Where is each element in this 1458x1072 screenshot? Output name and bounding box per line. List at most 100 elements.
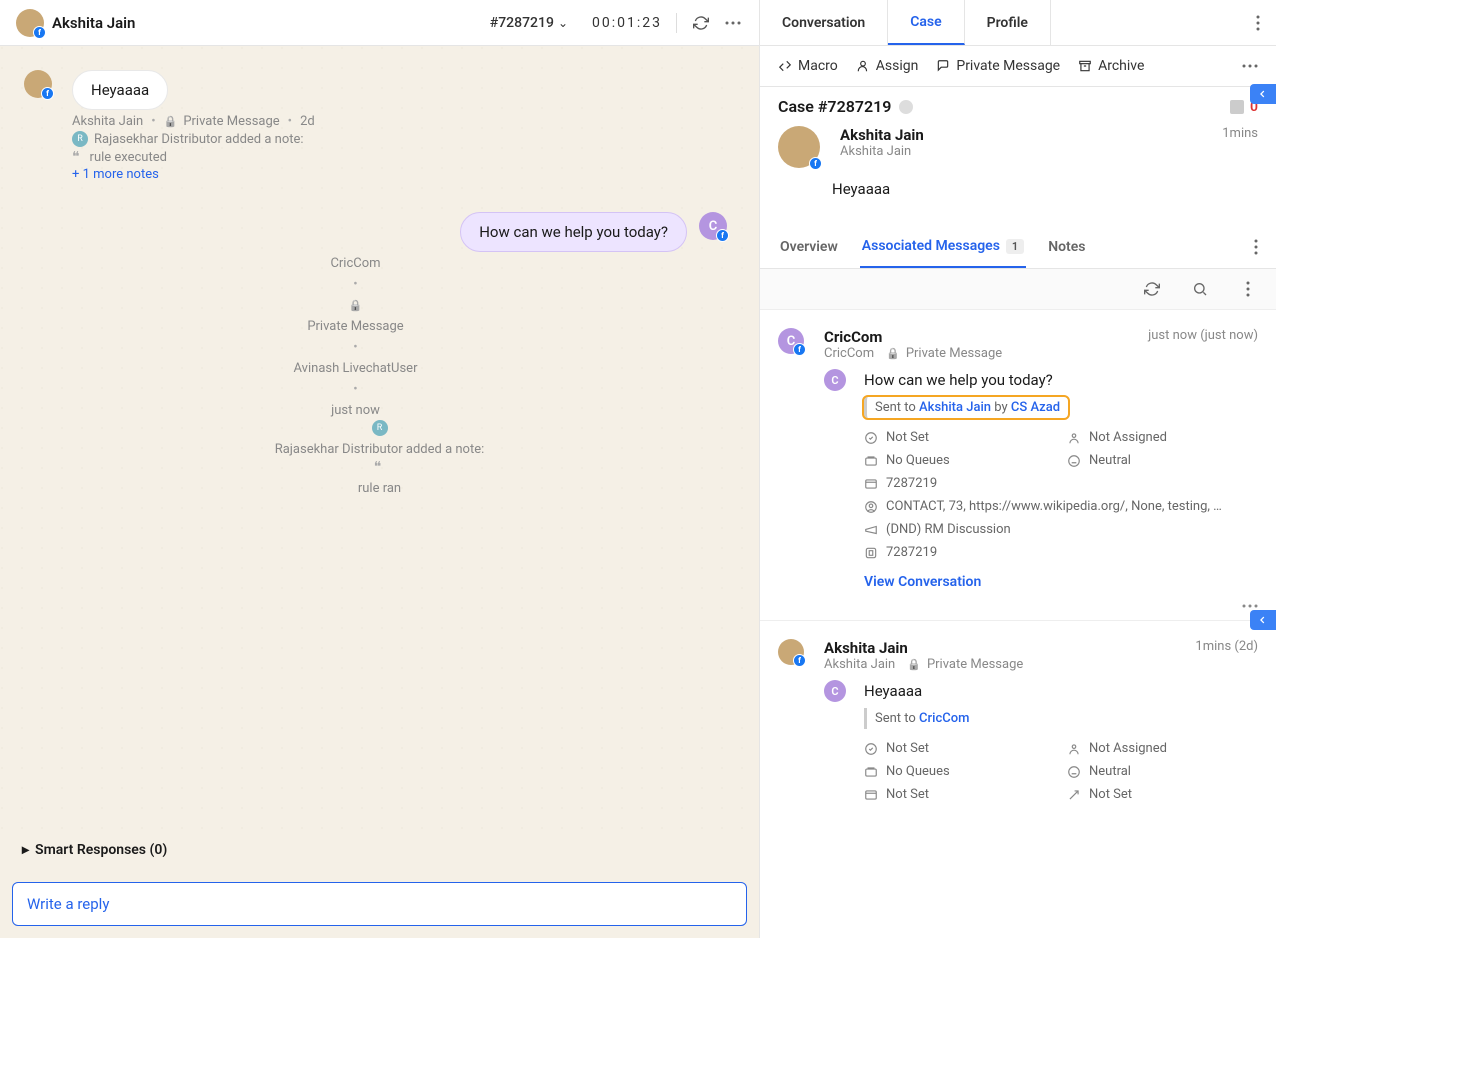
more-icon[interactable] [1238, 279, 1258, 299]
latest-message: Heyaaaa [832, 180, 1258, 198]
caseid-field: 7287219 [864, 476, 1258, 491]
quote-icon [72, 149, 84, 165]
conversation-pane: f Akshita Jain #7287219 00:01:23 f Heyaa… [0, 0, 760, 938]
sent-to-info: Sent to CricCom [864, 708, 977, 729]
message-fields: Not Set Not Assigned No Queues Neutral 7… [864, 430, 1258, 560]
message-bubble[interactable]: Heyaaaa [72, 70, 168, 110]
lock-icon [907, 657, 921, 672]
lock-icon [164, 114, 178, 129]
incoming-message: f Heyaaaa [24, 70, 735, 110]
customer-avatar: f [778, 639, 804, 665]
lock-icon [349, 298, 363, 313]
facebook-badge-icon: f [33, 26, 46, 39]
message-text: Heyaaaa [864, 682, 1258, 700]
collapse-tab-icon[interactable] [1250, 84, 1276, 104]
quote-icon [374, 459, 386, 475]
actions-more-icon[interactable] [1242, 64, 1258, 68]
archive-button[interactable]: Archive [1078, 58, 1144, 74]
tab-profile[interactable]: Profile [965, 0, 1051, 45]
chevron-right-icon: ▸ [22, 842, 29, 858]
caseid2-field: 7287219 [864, 545, 1258, 560]
reply-area: Write a reply [0, 870, 759, 938]
note-line: R Rajasekhar Distributor added a note: [72, 131, 735, 147]
customer-avatar: f [24, 70, 52, 98]
case-tabs: Conversation Case Profile [760, 0, 1276, 46]
case-header: Case #7287219 0 f Akshita Jain Akshita J… [760, 87, 1276, 210]
customer-avatar: f [778, 126, 820, 168]
recipient-link[interactable]: Akshita Jain [919, 400, 991, 415]
recipient-link[interactable]: CricCom [919, 711, 969, 726]
customer-name: Akshita Jain [52, 14, 135, 32]
facebook-badge-icon: f [41, 87, 54, 100]
tab-case[interactable]: Case [888, 0, 964, 45]
private-message-button[interactable]: Private Message [936, 58, 1060, 74]
chart-icon [1230, 100, 1244, 114]
more-icon[interactable] [723, 13, 743, 33]
subtab-overview[interactable]: Overview [778, 226, 840, 268]
outgoing-message: How can we help you today? Cf [24, 212, 735, 252]
refresh-icon[interactable] [691, 13, 711, 33]
view-conversation-link[interactable]: View Conversation [864, 574, 981, 590]
case-pane: Conversation Case Profile Macro Assign P… [760, 0, 1276, 938]
message-age: 1mins [1222, 126, 1258, 141]
message-bubble[interactable]: How can we help you today? [460, 212, 687, 252]
status-dot-icon [899, 100, 913, 114]
sent-to-info: Sent to Akshita Jain by CS Azad [864, 397, 1068, 418]
status-field: Not Set [864, 430, 1055, 445]
chat-area: f Heyaaaa Akshita Jain Private Message 2… [0, 46, 759, 830]
case-id-dropdown[interactable]: #7287219 [490, 15, 568, 31]
chevron-down-icon [558, 15, 568, 31]
tab-conversation[interactable]: Conversation [760, 0, 888, 45]
assigned-field: Not Assigned [1067, 430, 1258, 445]
reply-input[interactable]: Write a reply [12, 882, 747, 926]
subtabs-more-icon[interactable] [1254, 239, 1258, 255]
note-text: rule ran [24, 459, 735, 496]
message-meta: Akshita Jain Private Message 2d [72, 114, 735, 129]
refresh-icon[interactable] [1142, 279, 1162, 299]
sentiment-field: Neutral [1067, 764, 1258, 779]
brand-avatar-small: C [824, 369, 846, 391]
case-subtabs: Overview Associated Messages 1 Notes [760, 226, 1276, 269]
timer: 00:01:23 [592, 15, 662, 31]
message-text: How can we help you today? [864, 371, 1258, 389]
sender-meta: CricCom Private Message [824, 346, 1002, 361]
brand-avatar-small: C [824, 680, 846, 702]
collapse-tab-icon[interactable] [1250, 610, 1276, 630]
smart-responses-toggle[interactable]: ▸ Smart Responses (0) [0, 830, 759, 870]
search-icon[interactable] [1190, 279, 1210, 299]
message-more-icon[interactable] [778, 596, 1258, 612]
facebook-badge-icon: f [716, 229, 729, 242]
note-text: rule executed [72, 149, 735, 165]
count-badge: 1 [1006, 239, 1024, 254]
tabs-more-icon[interactable] [1240, 0, 1276, 45]
more-notes-link[interactable]: + 1 more notes [72, 167, 735, 182]
message-meta: CricCom Private Message Avinash Livechat… [24, 256, 687, 418]
sentiment-field: Neutral [1067, 453, 1258, 468]
assign-button[interactable]: Assign [856, 58, 919, 74]
message-time: 1mins (2d) [1195, 639, 1258, 672]
queue-field: No Queues [864, 453, 1055, 468]
subtab-associated-messages[interactable]: Associated Messages 1 [860, 226, 1026, 268]
facebook-badge-icon: f [809, 157, 822, 170]
sender-name: Akshita Jain [824, 639, 1023, 657]
brand-avatar: Cf [699, 212, 727, 240]
message-time: just now (just now) [1148, 328, 1258, 361]
sender-meta: Akshita Jain Private Message [824, 657, 1023, 672]
brand-avatar: Cf [778, 328, 804, 354]
agent-link[interactable]: CS Azad [1011, 400, 1060, 415]
conversation-header: f Akshita Jain #7287219 00:01:23 [0, 0, 759, 46]
field-notset: Not Set [864, 787, 1055, 802]
divider [676, 13, 677, 33]
subtab-notes[interactable]: Notes [1046, 226, 1087, 268]
note-author-avatar: R [372, 420, 388, 436]
message-fields: Not Set Not Assigned No Queues Neutral N… [864, 741, 1258, 802]
field-notset: Not Set [1067, 787, 1258, 802]
case-actions: Macro Assign Private Message Archive [760, 46, 1276, 87]
macro-button[interactable]: Macro [778, 58, 838, 74]
customer-subname: Akshita Jain [840, 144, 924, 159]
facebook-badge-icon: f [793, 654, 806, 667]
associated-toolbar [760, 269, 1276, 310]
case-title: Case #7287219 [778, 97, 891, 116]
status-field: Not Set [864, 741, 1055, 756]
note-author-avatar: R [72, 131, 88, 147]
